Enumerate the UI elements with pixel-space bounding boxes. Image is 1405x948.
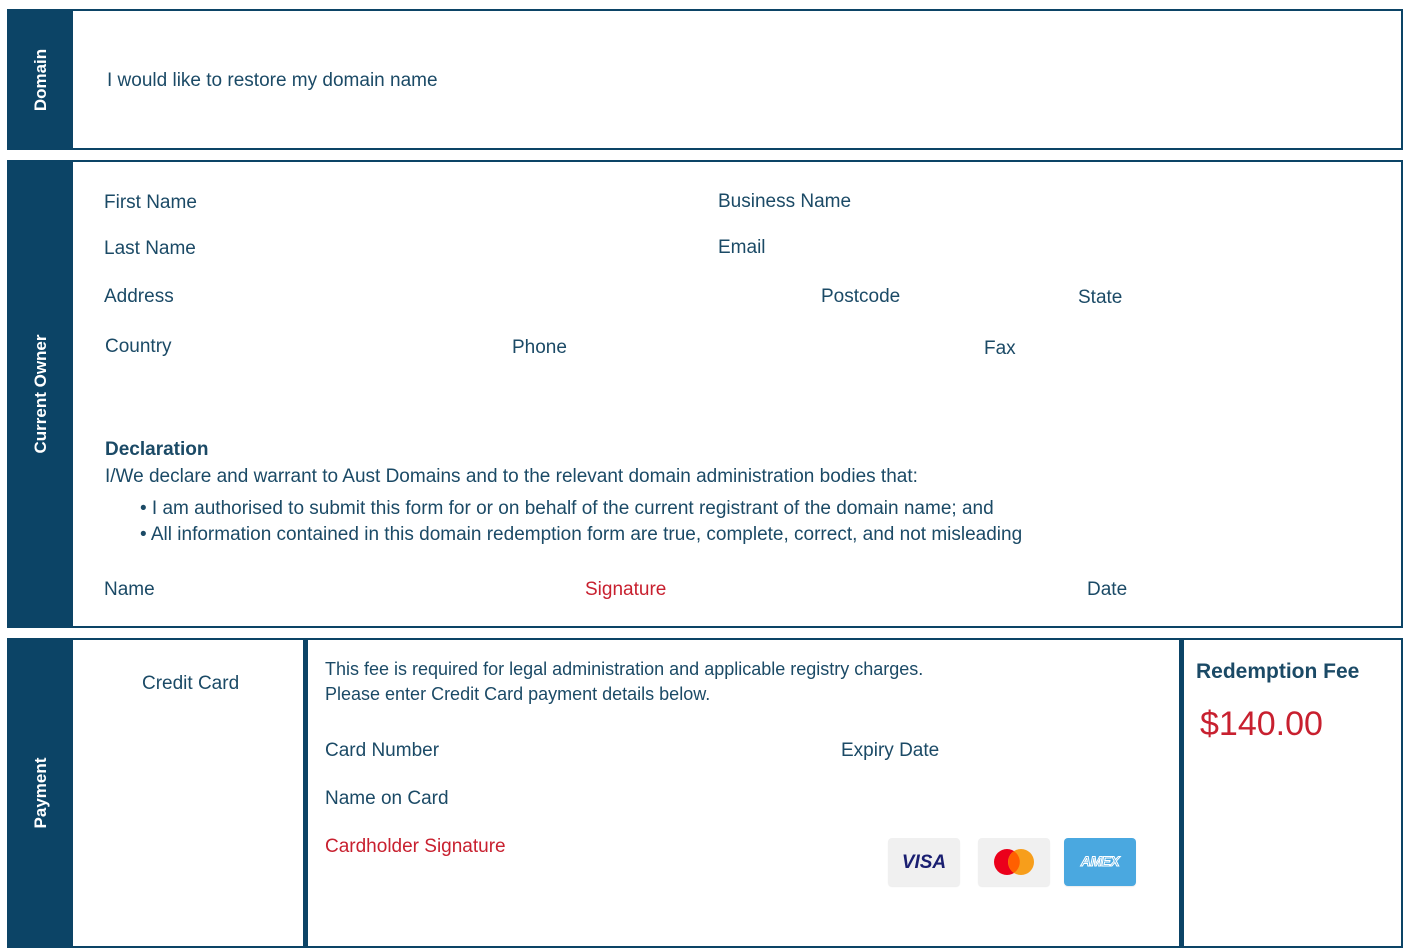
declaration-bullet: • I am authorised to submit this form fo… [140, 498, 994, 519]
cardholder-signature-field[interactable]: Cardholder Signature [325, 837, 506, 856]
declaration-title: Declaration [105, 439, 209, 460]
expiry-date-field[interactable]: Expiry Date [841, 741, 939, 760]
mastercard-logo-icon [978, 838, 1050, 886]
payment-tab-label: Payment [31, 757, 50, 829]
domain-section: Domain I would like to restore my domain… [7, 9, 1403, 150]
address-field[interactable]: Address [104, 287, 174, 306]
phone-field[interactable]: Phone [512, 338, 567, 357]
visa-logo-text: VISA [901, 852, 947, 873]
card-number-field[interactable]: Card Number [325, 741, 439, 760]
domain-tab: Domain [9, 11, 73, 148]
last-name-field[interactable]: Last Name [104, 239, 196, 258]
email-field[interactable]: Email [718, 238, 766, 257]
postcode-field[interactable]: Postcode [821, 287, 900, 306]
visa-logo-icon: VISA [888, 838, 960, 886]
domain-restore-text: I would like to restore my domain name [107, 70, 438, 91]
mastercard-circles-icon [994, 849, 1034, 875]
declaration-signature-field[interactable]: Signature [585, 580, 666, 599]
payment-section: Payment Credit Card This fee is required… [7, 638, 1403, 948]
current-owner-tab-label: Current Owner [31, 334, 50, 454]
amex-logo-icon: AMEX [1064, 838, 1136, 886]
redemption-fee-title: Redemption Fee [1196, 660, 1360, 683]
name-on-card-field[interactable]: Name on Card [325, 789, 449, 808]
declaration-name-field[interactable]: Name [104, 580, 155, 599]
domain-tab-label: Domain [31, 48, 50, 111]
current-owner-tab: Current Owner [9, 162, 73, 626]
redemption-fee-amount: $140.00 [1200, 705, 1323, 743]
amex-logo-text: AMEX [1080, 853, 1120, 869]
payment-tab: Payment [9, 640, 73, 946]
business-name-field[interactable]: Business Name [718, 192, 851, 211]
payment-info-line1: This fee is required for legal administr… [325, 659, 924, 679]
first-name-field[interactable]: First Name [104, 193, 197, 212]
fee-divider [1179, 640, 1184, 946]
payment-info-line2: Please enter Credit Card payment details… [325, 684, 711, 704]
declaration-date-field[interactable]: Date [1087, 580, 1127, 599]
fax-field[interactable]: Fax [984, 339, 1016, 358]
current-owner-section: Current Owner First Name Business Name L… [7, 160, 1403, 628]
country-field[interactable]: Country [105, 337, 172, 356]
payment-method-credit-card[interactable]: Credit Card [142, 674, 239, 693]
payment-divider [303, 640, 308, 946]
declaration-intro: I/We declare and warrant to Aust Domains… [105, 466, 918, 487]
state-field[interactable]: State [1078, 288, 1122, 307]
declaration-bullet: • All information contained in this doma… [140, 524, 1023, 545]
